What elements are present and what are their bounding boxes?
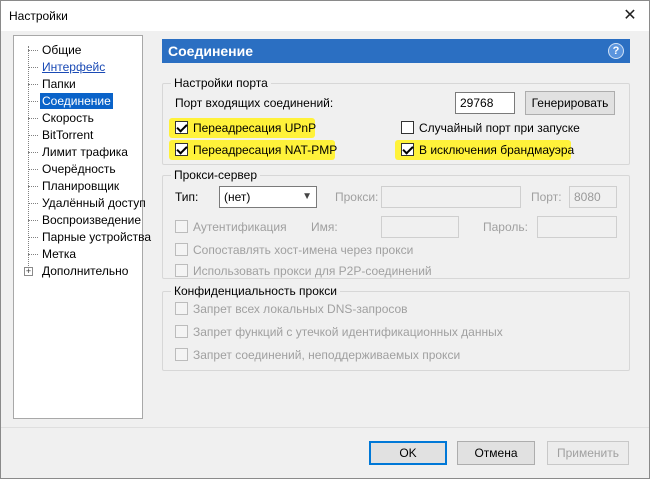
upnp-checkbox[interactable] [175,121,188,134]
footer-divider [1,427,649,428]
leak-block-checkbox[interactable] [175,325,188,338]
password-field[interactable] [537,216,617,238]
firewall-label[interactable]: В исключения брандмауэра [419,143,574,157]
incoming-port-label: Порт входящих соединений: [175,96,334,110]
natpmp-checkbox[interactable] [175,143,188,156]
window-title: Настройки [9,9,68,23]
privacy-legend: Конфиденциальность прокси [171,284,340,298]
chevron-down-icon: ▼ [302,191,312,202]
resolve-hostnames-checkbox[interactable] [175,243,188,256]
close-icon[interactable]: ✕ [619,6,641,26]
natpmp-label[interactable]: Переадресация NAT-PMP [193,143,337,157]
proxy-type-label: Тип: [175,190,199,204]
upnp-label[interactable]: Переадресация UPnP [193,121,316,135]
random-port-label[interactable]: Случайный порт при запуске [419,121,580,135]
proxy-host-field[interactable] [381,186,521,208]
proxy-type-value: (нет) [224,190,251,204]
firewall-checkbox[interactable] [401,143,414,156]
proxy-host-label: Прокси: [335,190,379,204]
proxy-port-label: Порт: [531,190,562,204]
resolve-hostnames-label: Сопоставлять хост-имена через прокси [193,243,414,257]
generate-button[interactable]: Генерировать [525,91,615,115]
help-icon[interactable]: ? [608,43,624,59]
leak-block-label: Запрет функций с утечкой идентификационн… [193,325,503,339]
proxy-group: Прокси-сервер Тип: (нет) ▼ Прокси: Порт:… [162,168,630,279]
section-title: Соединение [168,43,254,59]
random-port-checkbox[interactable] [401,121,414,134]
title-bar: Настройки ✕ [1,1,649,31]
unsupported-block-checkbox[interactable] [175,348,188,361]
username-label: Имя: [311,220,338,234]
proxy-type-select[interactable]: (нет) ▼ [219,186,317,208]
auth-label: Аутентификация [193,220,287,234]
ok-button[interactable]: OK [369,441,447,465]
unsupported-block-label: Запрет соединений, неподдерживаемых прок… [193,348,461,362]
dialog-body: Общие Интерфейс Папки Соединение Скорост… [1,31,649,478]
p2p-proxy-label: Использовать прокси для P2P-соединений [193,264,432,278]
dns-block-checkbox[interactable] [175,302,188,315]
proxy-port-field[interactable]: 8080 [569,186,617,208]
settings-tree[interactable]: Общие Интерфейс Папки Соединение Скорост… [13,35,151,419]
dns-block-label: Запрет всех локальных DNS-запросов [193,302,408,316]
settings-dialog: Настройки ✕ Общие Интерфейс Папки Соедин… [0,0,650,479]
port-settings-group: Настройки порта Порт входящих соединений… [162,76,630,165]
username-field[interactable] [381,216,459,238]
proxy-privacy-group: Конфиденциальность прокси Запрет всех ло… [162,284,630,371]
password-label: Пароль: [483,220,528,234]
port-settings-legend: Настройки порта [171,76,271,90]
cancel-button[interactable]: Отмена [457,441,535,465]
expand-plus-icon[interactable]: + [24,267,33,276]
incoming-port-field[interactable]: 29768 [455,92,515,114]
apply-button[interactable]: Применить [547,441,629,465]
auth-checkbox[interactable] [175,220,188,233]
section-header: Соединение ? [162,39,630,63]
proxy-legend: Прокси-сервер [171,168,260,182]
p2p-proxy-checkbox[interactable] [175,264,188,277]
